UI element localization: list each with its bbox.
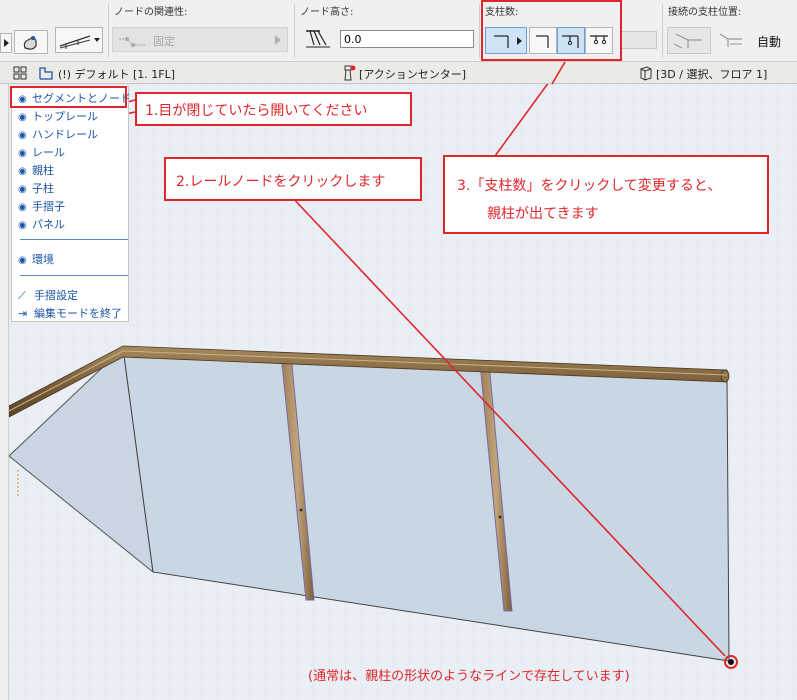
railing-edit-palette: ◉ セグメントとノード ◉ トップレール ◉ ハンドレール ◉ レール ◉ 親柱 ◉ 子柱 … [11,86,131,322]
post-count-highlight [481,0,622,61]
grid-view-icon[interactable] [12,65,30,81]
callout-step2: 2.レールノードをクリックします [164,157,422,201]
eye-icon[interactable]: ◉ [18,112,32,123]
post-joint-icon [673,33,702,49]
eye-icon[interactable]: ◉ [18,130,32,141]
cube-3d-icon [640,66,652,81]
eye-icon[interactable]: ◉ [18,166,32,177]
node-link-icon [119,37,145,47]
palette-item-environment[interactable]: ◉ 環境 [18,251,54,267]
node-relation-value: 固定 [153,35,175,48]
post-position-auto-button[interactable] [667,27,711,54]
node-relation-select[interactable]: 固定 [112,27,288,52]
triangle-right-icon [275,35,281,45]
palette-item-top-rail[interactable]: ◉ トップレール [18,108,98,124]
lighthouse-icon [344,65,356,81]
post-position-label: 接続の支柱位置: [668,7,742,18]
node-relation-label: ノードの関連性: [114,7,188,18]
palette-exit-edit-mode[interactable]: ⇥ 編集モードを終了 [18,305,122,321]
toolbar: ノードの関連性: 固定 ノード高さ: 支柱数: [0,0,797,62]
palette-railing-settings[interactable]: ⟋ 手摺設定 [18,287,78,303]
post-position-value: 自動 [757,35,782,49]
eye-icon[interactable]: ◉ [18,255,32,266]
view-tab-bar: (!) デフォルト [1. 1FL] [アクションセンター] [3D / 選択、… [0,62,797,84]
palette-item-baluster[interactable]: ◉ 手摺子 [18,198,65,214]
tab-floor-plan[interactable]: (!) デフォルト [1. 1FL] [58,66,175,82]
callout-note: (通常は、親柱の形状のようなラインで存在しています) [308,669,630,684]
segments-nodes-highlight [10,86,127,108]
eye-icon[interactable]: ◉ [18,184,32,195]
node-height-icon [306,30,330,48]
palette-item-rail[interactable]: ◉ レール [18,144,65,160]
hand-pick-icon [23,36,37,50]
floor-plan-icon [39,67,53,80]
exit-icon: ⇥ [18,307,28,320]
callout-step3: 3.「支柱数」をクリックして変更すると、 親柱が出てきます [443,155,769,234]
railing-settings-icon: ⟋ [18,289,26,302]
tab-action-center[interactable]: [アクションセンター] [359,66,466,82]
post-joint-alt-icon [719,33,742,47]
palette-item-child-post[interactable]: ◉ 子柱 [18,180,54,196]
eye-icon[interactable]: ◉ [18,202,32,213]
node-height-input[interactable] [340,30,474,48]
eye-icon[interactable]: ◉ [18,148,32,159]
post-count-field[interactable] [621,31,657,49]
triangle-right-icon [4,39,9,47]
palette-item-panel[interactable]: ◉ パネル [18,216,65,232]
palette-item-newel-post[interactable]: ◉ 親柱 [18,162,54,178]
pick-tool-button[interactable] [14,30,48,54]
scroll-left-button[interactable] [0,33,12,53]
eye-icon[interactable]: ◉ [18,220,32,231]
palette-item-handrail[interactable]: ◉ ハンドレール [18,126,98,142]
left-toolbox-strip [0,84,9,700]
node-height-label: ノード高さ: [300,7,354,18]
railing-segment-icon [59,35,100,49]
railing-geometry-button[interactable] [55,27,103,53]
tab-3d-view[interactable]: [3D / 選択、フロア 1] [656,66,767,82]
callout-step1: 1.目が閉じていたら開いてください [135,92,412,126]
